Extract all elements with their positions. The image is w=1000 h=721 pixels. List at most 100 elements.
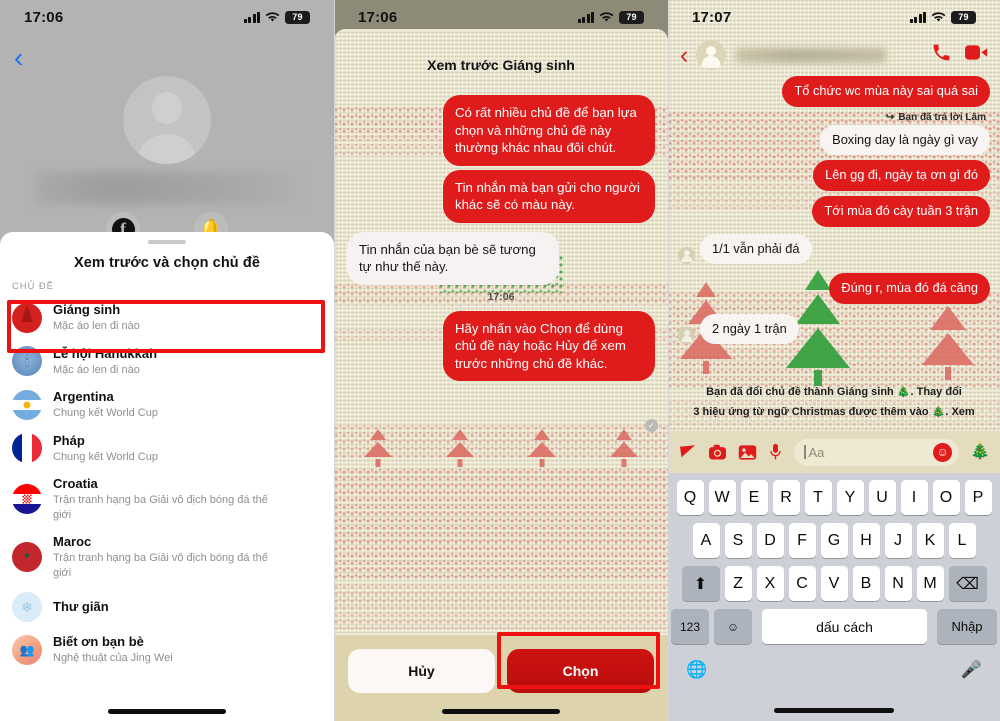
key-i[interactable]: I — [900, 480, 928, 515]
chat-row-outgoing: Tổ chức wc mùa này sai quá sai — [678, 76, 990, 107]
key-c[interactable]: C — [788, 566, 816, 601]
shift-arrow-icon[interactable]: ⬆ — [681, 566, 720, 601]
theme-subtitle: Mặc áo len đi nào — [53, 363, 140, 376]
key-f[interactable]: F — [788, 523, 816, 558]
reply-indicator: ↪ Bạn đã trả lời Lâm — [678, 112, 986, 123]
globe-language-icon[interactable]: 🌐 — [686, 660, 707, 680]
key-w[interactable]: W — [708, 480, 736, 515]
chat-row-incoming: Boxing day là ngày gì vay — [678, 124, 990, 156]
key-n[interactable]: N — [884, 566, 912, 601]
reply-arrow-icon: ↪ — [885, 111, 895, 123]
status-bar: 17:06 79 — [0, 0, 334, 34]
theme-item-phap[interactable]: Pháp Chung kết World Cup — [0, 427, 334, 471]
key-y[interactable]: Y — [836, 480, 864, 515]
key-l[interactable]: L — [948, 523, 976, 558]
chat-row-incoming: 1/1 vẫn phải đá — [678, 233, 990, 265]
key-m[interactable]: M — [916, 566, 944, 601]
chat-row-outgoing: Đúng r, mùa đó đá căng — [678, 273, 990, 304]
theme-name: Biết ơn bạn bè — [53, 633, 144, 649]
theme-item-maroc[interactable]: ✦ Maroc Trận tranh hạng ba Giải vô địch … — [0, 528, 334, 586]
key-v[interactable]: V — [820, 566, 848, 601]
theme-name: Thư giãn — [53, 598, 109, 614]
system-message-word-effects[interactable]: 3 hiệu ứng từ ngữ Christmas được thêm và… — [668, 405, 1000, 418]
battery-indicator: 79 — [285, 10, 310, 24]
reply-note-text: Bạn đã trả lời Lâm — [898, 111, 986, 123]
key-z[interactable]: Z — [724, 566, 752, 601]
cancel-button[interactable]: Hủy — [348, 649, 495, 693]
back-chevron-icon[interactable]: ‹ — [680, 43, 688, 68]
space-key[interactable]: dấu cách — [762, 609, 927, 644]
key-d[interactable]: D — [756, 523, 784, 558]
theme-name: Pháp — [53, 432, 85, 448]
profile-name-redacted — [36, 172, 298, 204]
knit-tree-motif — [602, 429, 646, 471]
key-p[interactable]: P — [964, 480, 992, 515]
phone-call-icon[interactable] — [931, 42, 952, 68]
back-chevron-icon[interactable]: ‹ — [14, 44, 40, 72]
key-r[interactable]: R — [772, 480, 800, 515]
knit-tree-motif — [520, 429, 564, 471]
panel-chat-with-theme: 17:07 79 ‹ Tổ chức wc mùa này sai quá sa… — [668, 0, 1000, 721]
key-s[interactable]: S — [724, 523, 752, 558]
text-caret — [804, 445, 806, 459]
status-time: 17:06 — [24, 8, 64, 26]
theme-name: Argentina — [53, 389, 114, 405]
theme-subtitle: Trận tranh hạng ba Giải vô địch bóng đá … — [53, 552, 268, 579]
wifi-icon — [265, 11, 280, 23]
theme-name: Croatia — [53, 476, 98, 492]
key-a[interactable]: A — [692, 523, 720, 558]
knit-tree-motif — [438, 429, 482, 471]
battery-indicator: 79 — [951, 10, 976, 24]
theme-subtitle: Nghệ thuật của Jing Wei — [53, 652, 173, 665]
theme-item-hanukkah[interactable]: 🕯 Lễ hội Hanukkah Mặc áo len đi nào — [0, 340, 334, 384]
system-message-theme-change[interactable]: Bạn đã đổi chủ đề thành Giáng sinh 🎄. Th… — [668, 385, 1000, 398]
backspace-icon[interactable]: ⌫ — [948, 566, 987, 601]
numbers-key[interactable]: 123 — [671, 609, 709, 644]
knit-tree-motif — [356, 429, 400, 471]
key-b[interactable]: B — [852, 566, 880, 601]
theme-item-giang-sinh[interactable]: Giáng sinh Mặc áo len đi nào — [0, 296, 334, 340]
theme-subtitle: Chung kết World Cup — [53, 450, 158, 463]
theme-item-argentina[interactable]: Argentina Chung kết World Cup — [0, 383, 334, 427]
key-q[interactable]: Q — [676, 480, 704, 515]
emoji-keyboard-icon[interactable]: ☺ — [714, 609, 752, 644]
key-t[interactable]: T — [804, 480, 832, 515]
keyboard-row-3: ⬆ Z X C V B N M ⌫ — [668, 566, 1000, 601]
keyboard-row-2: A S D F G H J K L — [668, 523, 1000, 558]
camera-icon[interactable] — [708, 444, 727, 461]
default-avatar-icon[interactable] — [696, 40, 727, 70]
contact-name-redacted — [736, 47, 887, 63]
choose-button[interactable]: Chọn — [507, 649, 654, 693]
smiley-emoji-icon[interactable]: ☺ — [933, 442, 953, 462]
microphone-dictation-icon[interactable]: 🎤 — [961, 660, 982, 680]
christmas-tree-icon — [12, 302, 42, 333]
send-arrow-icon[interactable] — [678, 443, 697, 461]
message-input-field[interactable]: Aa ☺ — [794, 438, 960, 466]
microphone-icon[interactable] — [768, 443, 783, 461]
key-o[interactable]: O — [932, 480, 960, 515]
status-indicators: 79 — [909, 10, 976, 24]
key-u[interactable]: U — [868, 480, 896, 515]
key-e[interactable]: E — [740, 480, 768, 515]
sheet-grabber-handle[interactable] — [148, 240, 186, 244]
key-k[interactable]: K — [916, 523, 944, 558]
photo-gallery-icon[interactable] — [738, 444, 757, 461]
chat-bubble: Tới mùa đó cày tuần 3 trận — [812, 195, 990, 227]
video-call-icon[interactable] — [965, 42, 988, 68]
christmas-tree-icon[interactable]: 🎄 — [970, 444, 990, 460]
key-g[interactable]: G — [820, 523, 848, 558]
theme-item-thu-gian[interactable]: ❄ Thư giãn — [0, 586, 334, 628]
enter-key[interactable]: Nhập — [937, 609, 997, 644]
key-x[interactable]: X — [756, 566, 784, 601]
chat-bubble: Đúng r, mùa đó đá căng — [829, 273, 990, 304]
home-indicator — [108, 709, 226, 714]
theme-name: Giáng sinh — [53, 302, 121, 317]
key-j[interactable]: J — [884, 523, 912, 558]
theme-item-croatia[interactable]: Croatia Trận tranh hạng ba Giải vô địch … — [0, 470, 334, 528]
chat-bubble: Lên gg đi, ngày tạ ơn gì đó — [813, 160, 990, 191]
panel-theme-picker: 17:06 79 ‹ f 🔔 Xem trước và chọn chủ đề … — [0, 0, 334, 721]
theme-name: Lễ hội Hanukkah — [53, 345, 158, 361]
message-input-bar: Aa ☺ 🎄 — [668, 431, 1000, 473]
key-h[interactable]: H — [852, 523, 880, 558]
theme-item-biet-on-ban-be[interactable]: 👥 Biết ơn bạn bè Nghệ thuật của Jing Wei — [0, 628, 334, 672]
